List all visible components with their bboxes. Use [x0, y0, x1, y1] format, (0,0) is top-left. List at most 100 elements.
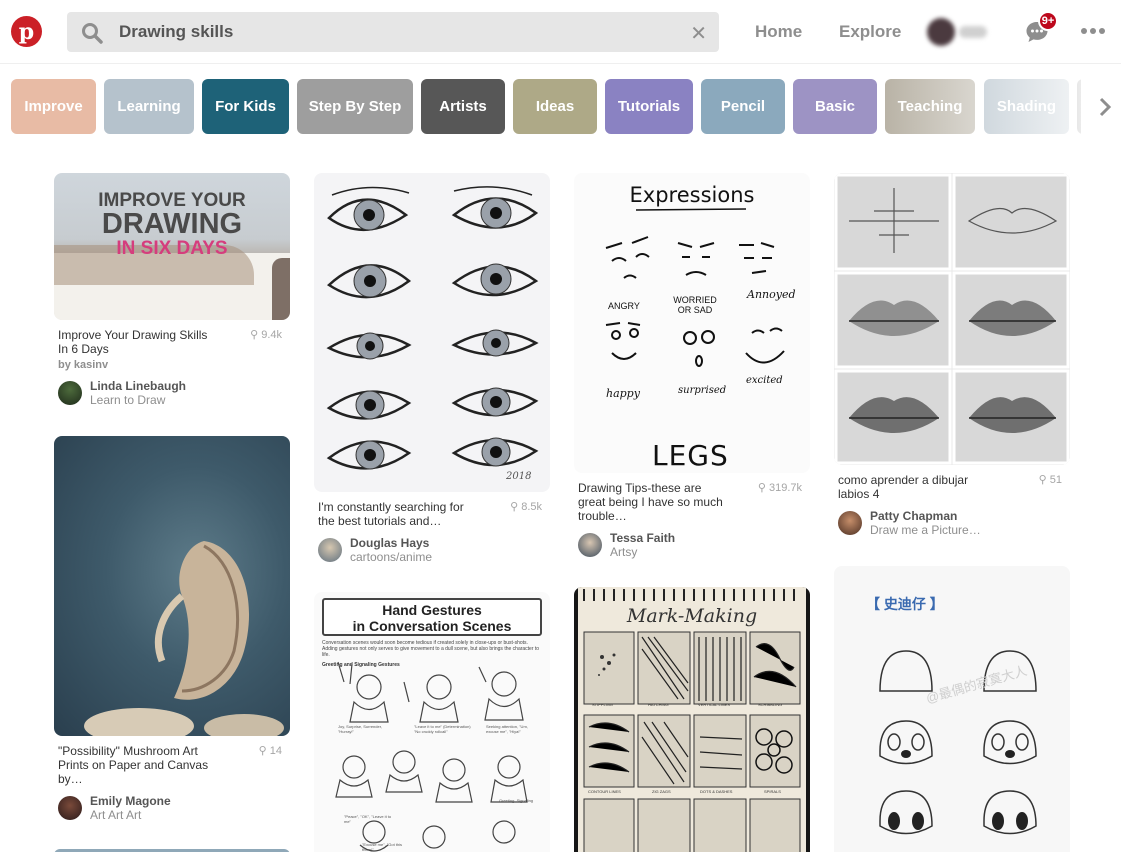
- image-text: excited: [746, 375, 783, 386]
- profile-button[interactable]: [925, 17, 989, 47]
- profile-name-blurred: [959, 26, 987, 38]
- pin-card[interactable]: Mark-Making STIPPLING HATCHING VERTICAL: [574, 587, 810, 852]
- search-icon: [82, 23, 103, 44]
- guide-pencil[interactable]: Pencil: [701, 79, 785, 134]
- guide-artists[interactable]: Artists: [421, 79, 505, 134]
- expressions-illustration: [605, 208, 785, 367]
- header-bar: p ✕ Home Explore 9+: [0, 0, 1121, 64]
- guide-learning[interactable]: Learning: [104, 79, 194, 134]
- guide-improve[interactable]: Improve: [11, 79, 96, 134]
- pinner-name: Linda Linebaugh: [90, 379, 186, 393]
- pin-image[interactable]: IMPROVE YOUR DRAWING IN SIX DAYS: [54, 173, 290, 320]
- board-name: Learn to Draw: [90, 393, 166, 407]
- mushroom-illustration: [84, 541, 284, 736]
- home-link[interactable]: Home: [755, 22, 802, 42]
- pin-source: by kasinv: [58, 359, 109, 371]
- pin-attribution[interactable]: Emily Magone Art Art Art: [54, 794, 290, 822]
- pin-image[interactable]: Mark-Making STIPPLING HATCHING VERTICAL: [574, 587, 810, 852]
- image-text: SPIRALS: [764, 789, 781, 794]
- mark-making-grid: [583, 631, 801, 852]
- image-text: ZIG ZAGS: [652, 789, 671, 794]
- save-count: ⚲ 319.7k: [757, 482, 802, 494]
- board-name: Draw me a Picture…: [870, 523, 981, 537]
- notification-badge: 9+: [1038, 11, 1058, 31]
- save-count: ⚲ 14: [258, 745, 282, 757]
- pin-card[interactable]: 【 史迪仔 】 @最偶的寂寞大人: [834, 566, 1070, 852]
- eyes-illustration: [326, 186, 539, 470]
- guide-for-kids[interactable]: For Kids: [202, 79, 289, 134]
- image-text: DOTS & DASHES: [700, 789, 733, 794]
- explore-link[interactable]: Explore: [839, 22, 901, 42]
- avatar: [927, 18, 955, 46]
- avatar: [318, 538, 342, 562]
- pin-card[interactable]: Hand Gestures in Conversation Scenes Con…: [314, 592, 550, 852]
- search-input[interactable]: [119, 12, 679, 52]
- image-text: HATCHING: [648, 702, 669, 707]
- pinner-name: Tessa Faith: [610, 531, 676, 545]
- pin-attribution[interactable]: Tessa Faith Artsy: [574, 531, 810, 559]
- avatar: [838, 511, 862, 535]
- guide-step-by-step[interactable]: Step By Step: [297, 79, 413, 134]
- pin-image[interactable]: Expressions ANGRY WORRIED OR SAD Annoyed…: [574, 173, 810, 473]
- pin-image[interactable]: 2018: [314, 173, 550, 492]
- pin-description: "Possibility" Mushroom Art Prints on Pap…: [58, 744, 209, 786]
- image-text: 【 史迪仔 】: [866, 596, 944, 612]
- guided-search-bar: Improve Learning For Kids Step By Step A…: [11, 79, 1081, 134]
- avatar: [58, 796, 82, 820]
- pin-description: Improve Your Drawing Skills In 6 Days: [58, 328, 208, 356]
- pin-attribution[interactable]: Patty Chapman Draw me a Picture…: [834, 509, 1070, 537]
- pin-image[interactable]: [54, 436, 290, 736]
- save-count: ⚲ 8.5k: [510, 501, 542, 513]
- chevron-right-icon[interactable]: [1097, 96, 1113, 118]
- avatar: [58, 381, 82, 405]
- image-text: happy: [606, 387, 640, 400]
- more-icon[interactable]: [1081, 28, 1105, 34]
- image-text: WORRIED OR SAD: [673, 295, 717, 315]
- artist-signature: 2018: [506, 471, 532, 482]
- pin-description: I'm constantly searching for the best tu…: [318, 500, 464, 528]
- image-text: STIPPLING: [592, 702, 613, 707]
- guide-basic[interactable]: Basic: [793, 79, 877, 134]
- guide-ideas[interactable]: Ideas: [513, 79, 597, 134]
- image-text: DRAWING: [101, 208, 243, 240]
- pinner-name: Patty Chapman: [870, 509, 958, 523]
- board-name: cartoons/anime: [350, 550, 433, 564]
- pin-card[interactable]: Expressions ANGRY WORRIED OR SAD Annoyed…: [574, 173, 810, 559]
- save-count: ⚲ 9.4k: [250, 329, 282, 341]
- image-text: surprised: [678, 385, 727, 396]
- image-text: ANGRY: [608, 301, 640, 311]
- image-text: LEGS: [652, 439, 729, 472]
- pinner-name: Emily Magone: [90, 794, 171, 808]
- pin-image[interactable]: 【 史迪仔 】 @最偶的寂寞大人: [834, 566, 1070, 852]
- pin-image[interactable]: [834, 173, 1070, 465]
- pin-card[interactable]: como aprender a dibujar labios 4 ⚲ 51 Pa…: [834, 173, 1070, 537]
- pinterest-logo[interactable]: p: [11, 16, 42, 47]
- board-name: Artsy: [610, 545, 638, 559]
- pin-attribution[interactable]: Linda Linebaugh Learn to Draw: [54, 379, 290, 407]
- image-text: IN SIX DAYS: [116, 238, 228, 259]
- image-text: Expressions: [629, 183, 755, 207]
- guide-shading[interactable]: Shading: [984, 79, 1069, 134]
- save-count: ⚲ 51: [1038, 474, 1062, 486]
- pinterest-logo-glyph: p: [18, 19, 35, 45]
- avatar: [578, 533, 602, 557]
- pin-image[interactable]: Hand Gestures in Conversation Scenes Con…: [314, 592, 550, 852]
- hand-gesture-sketches: [335, 661, 528, 852]
- image-text: CONTOUR LINES: [588, 789, 621, 794]
- image-text: SCRIBBLING: [758, 702, 783, 707]
- pin-card[interactable]: IMPROVE YOUR DRAWING IN SIX DAYS Improve…: [54, 173, 290, 407]
- pin-attribution[interactable]: Douglas Hays cartoons/anime: [314, 536, 550, 564]
- guide-partial[interactable]: [1077, 79, 1081, 134]
- image-text: Annoyed: [747, 288, 796, 301]
- pin-card[interactable]: "Possibility" Mushroom Art Prints on Pap…: [54, 436, 290, 822]
- close-icon[interactable]: ✕: [690, 21, 707, 46]
- board-name: Art Art Art: [90, 808, 142, 822]
- lips-illustration: [834, 173, 1070, 465]
- guide-tutorials[interactable]: Tutorials: [605, 79, 693, 134]
- search-bar[interactable]: ✕: [67, 12, 719, 52]
- pin-description: Drawing Tips-these are great being I hav…: [578, 481, 723, 523]
- guide-teaching[interactable]: Teaching: [885, 79, 975, 134]
- image-text: VERTICAL LINES: [698, 702, 731, 707]
- pin-card[interactable]: 2018 I'm constantly searching for the be…: [314, 173, 550, 564]
- pin-description: como aprender a dibujar labios 4: [838, 473, 969, 501]
